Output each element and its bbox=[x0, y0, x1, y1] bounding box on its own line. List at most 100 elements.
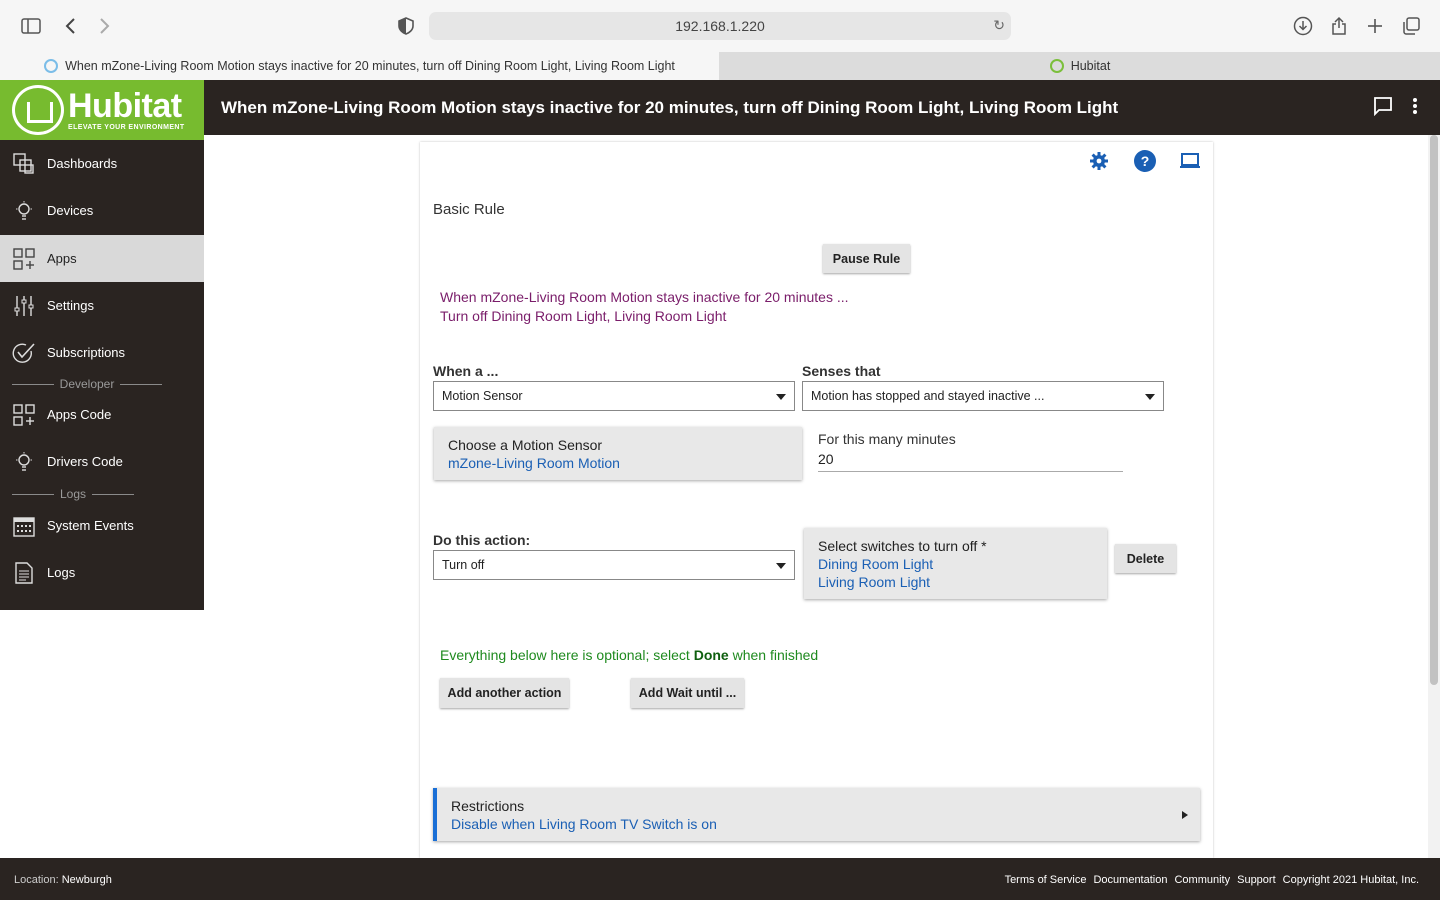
optional-done: Done bbox=[693, 647, 729, 663]
restrictions-value: Disable when Living Room TV Switch is on bbox=[451, 816, 717, 832]
address-bar[interactable]: 192.168.1.220 ↻ bbox=[429, 12, 1011, 40]
checkmark-icon bbox=[12, 341, 36, 365]
action-label: Do this action: bbox=[433, 532, 531, 548]
sidebar-item-subscriptions[interactable]: Subscriptions bbox=[0, 329, 204, 376]
select-value: Turn off bbox=[442, 558, 485, 572]
add-action-button[interactable]: Add another action bbox=[440, 678, 569, 708]
browser-toolbar: 192.168.1.220 ↻ bbox=[0, 0, 1440, 52]
minutes-label: For this many minutes bbox=[818, 431, 956, 447]
minutes-input[interactable]: 20 bbox=[818, 451, 1123, 472]
dropdown-caret-icon bbox=[776, 394, 786, 400]
device-type-select[interactable]: Motion Sensor bbox=[433, 381, 795, 411]
picker-value: Dining Room Light bbox=[818, 556, 934, 572]
tab-hubitat[interactable]: Hubitat bbox=[720, 52, 1440, 80]
select-value: Motion Sensor bbox=[442, 389, 523, 403]
picker-value: Living Room Light bbox=[818, 574, 931, 590]
description-line: When mZone-Living Room Motion stays inac… bbox=[440, 289, 849, 305]
new-tab-icon[interactable] bbox=[1363, 14, 1387, 38]
separator-label: Logs bbox=[59, 487, 87, 501]
sidebar-item-settings[interactable]: Settings bbox=[0, 282, 204, 329]
dropdown-caret-icon bbox=[776, 563, 786, 569]
gear-icon[interactable] bbox=[1088, 150, 1110, 172]
sidebar-item-label: Drivers Code bbox=[47, 454, 123, 469]
dropdown-caret-icon bbox=[1145, 394, 1155, 400]
forward-icon[interactable] bbox=[93, 14, 117, 38]
sidebar-item-label: System Events bbox=[47, 518, 134, 533]
location-value: Newburgh bbox=[61, 874, 112, 886]
footer-links: Terms of Service Documentation Community… bbox=[1005, 874, 1419, 886]
sidebar-item-apps-code[interactable]: Apps Code bbox=[0, 391, 204, 438]
scrollbar[interactable] bbox=[1428, 135, 1440, 858]
calendar-icon bbox=[12, 514, 36, 538]
sidebar-item-label: Settings bbox=[47, 298, 94, 313]
hubitat-logo[interactable]: Hubitat ELEVATE YOUR ENVIRONMENT bbox=[0, 80, 204, 140]
senses-label: Senses that bbox=[802, 363, 881, 379]
document-icon bbox=[12, 561, 36, 585]
picker-value: mZone-Living Room Motion bbox=[448, 455, 620, 471]
community-link[interactable]: Community bbox=[1174, 874, 1230, 886]
share-icon[interactable] bbox=[1327, 14, 1351, 38]
dashboards-icon bbox=[12, 152, 36, 176]
section-title: Basic Rule bbox=[433, 201, 505, 218]
expand-arrow-icon bbox=[1182, 811, 1188, 819]
optional-note: Everything below here is optional; selec… bbox=[440, 647, 818, 663]
sidebar-item-label: Dashboards bbox=[47, 156, 118, 171]
sidebar-item-drivers-code[interactable]: Drivers Code bbox=[0, 438, 204, 485]
logo-name: Hubitat bbox=[68, 87, 182, 125]
download-icon[interactable] bbox=[1291, 14, 1315, 38]
sidebar-separator-developer: Developer bbox=[12, 377, 162, 391]
support-link[interactable]: Support bbox=[1237, 874, 1276, 886]
sidebar-toggle-icon[interactable] bbox=[19, 14, 43, 38]
condition-select[interactable]: Motion has stopped and stayed inactive .… bbox=[802, 381, 1164, 411]
sidebar-item-label: Subscriptions bbox=[47, 345, 126, 360]
rule-card bbox=[420, 142, 1213, 858]
scroll-thumb[interactable] bbox=[1430, 135, 1438, 685]
add-wait-button[interactable]: Add Wait until ... bbox=[631, 678, 744, 708]
feedback-icon[interactable] bbox=[1371, 94, 1395, 118]
sidebar-item-logs[interactable]: Logs bbox=[0, 549, 204, 596]
when-label: When a ... bbox=[433, 363, 499, 379]
tab-title: Hubitat bbox=[1070, 59, 1111, 73]
switches-picker[interactable]: Select switches to turn off * Dining Roo… bbox=[804, 528, 1107, 599]
tabs-overview-icon[interactable] bbox=[1399, 14, 1423, 38]
lightbulb-icon bbox=[12, 199, 36, 223]
delete-button[interactable]: Delete bbox=[1115, 544, 1176, 573]
action-select[interactable]: Turn off bbox=[433, 550, 795, 580]
sidebar-item-dashboards[interactable]: Dashboards bbox=[0, 140, 204, 187]
select-value: Motion has stopped and stayed inactive .… bbox=[811, 389, 1045, 403]
sliders-icon bbox=[12, 294, 36, 318]
tab-rule[interactable]: When mZone-Living Room Motion stays inac… bbox=[0, 52, 719, 80]
laptop-icon[interactable] bbox=[1179, 150, 1201, 172]
apps-code-icon bbox=[12, 403, 36, 427]
restrictions-panel[interactable]: Restrictions Disable when Living Room TV… bbox=[433, 788, 1200, 841]
lightbulb-icon bbox=[12, 450, 36, 474]
tab-bar: When mZone-Living Room Motion stays inac… bbox=[0, 52, 1440, 80]
url-text: 192.168.1.220 bbox=[675, 18, 765, 34]
tab-favicon-icon bbox=[44, 59, 59, 73]
sidebar-item-label: Apps bbox=[47, 251, 77, 266]
restrictions-title: Restrictions bbox=[451, 798, 525, 814]
back-icon[interactable] bbox=[58, 14, 82, 38]
terms-link[interactable]: Terms of Service bbox=[1005, 874, 1087, 886]
sidebar-item-label: Logs bbox=[47, 565, 76, 580]
motion-sensor-picker[interactable]: Choose a Motion Sensor mZone-Living Room… bbox=[434, 427, 802, 480]
optional-suffix: when finished bbox=[728, 647, 819, 663]
more-menu-icon[interactable] bbox=[1403, 94, 1427, 118]
separator-label: Developer bbox=[59, 377, 115, 391]
sidebar-item-system-events[interactable]: System Events bbox=[0, 502, 204, 549]
documentation-link[interactable]: Documentation bbox=[1093, 874, 1167, 886]
sidebar-item-apps[interactable]: Apps bbox=[0, 235, 204, 282]
sidebar-item-label: Apps Code bbox=[47, 407, 112, 422]
picker-title: Select switches to turn off * bbox=[818, 538, 987, 554]
sidebar-item-devices[interactable]: Devices bbox=[0, 187, 204, 234]
location: Location: Newburgh bbox=[14, 874, 112, 886]
shield-icon[interactable] bbox=[394, 14, 418, 38]
pause-rule-button[interactable]: Pause Rule bbox=[823, 244, 910, 273]
tab-favicon-icon bbox=[1049, 59, 1064, 73]
help-icon[interactable]: ? bbox=[1134, 150, 1156, 172]
description-line: Turn off Dining Room Light, Living Room … bbox=[440, 308, 727, 324]
tab-title: When mZone-Living Room Motion stays inac… bbox=[65, 59, 675, 73]
house-logo-icon bbox=[12, 85, 64, 135]
picker-title: Choose a Motion Sensor bbox=[448, 437, 603, 453]
reload-icon[interactable]: ↻ bbox=[993, 17, 1005, 34]
